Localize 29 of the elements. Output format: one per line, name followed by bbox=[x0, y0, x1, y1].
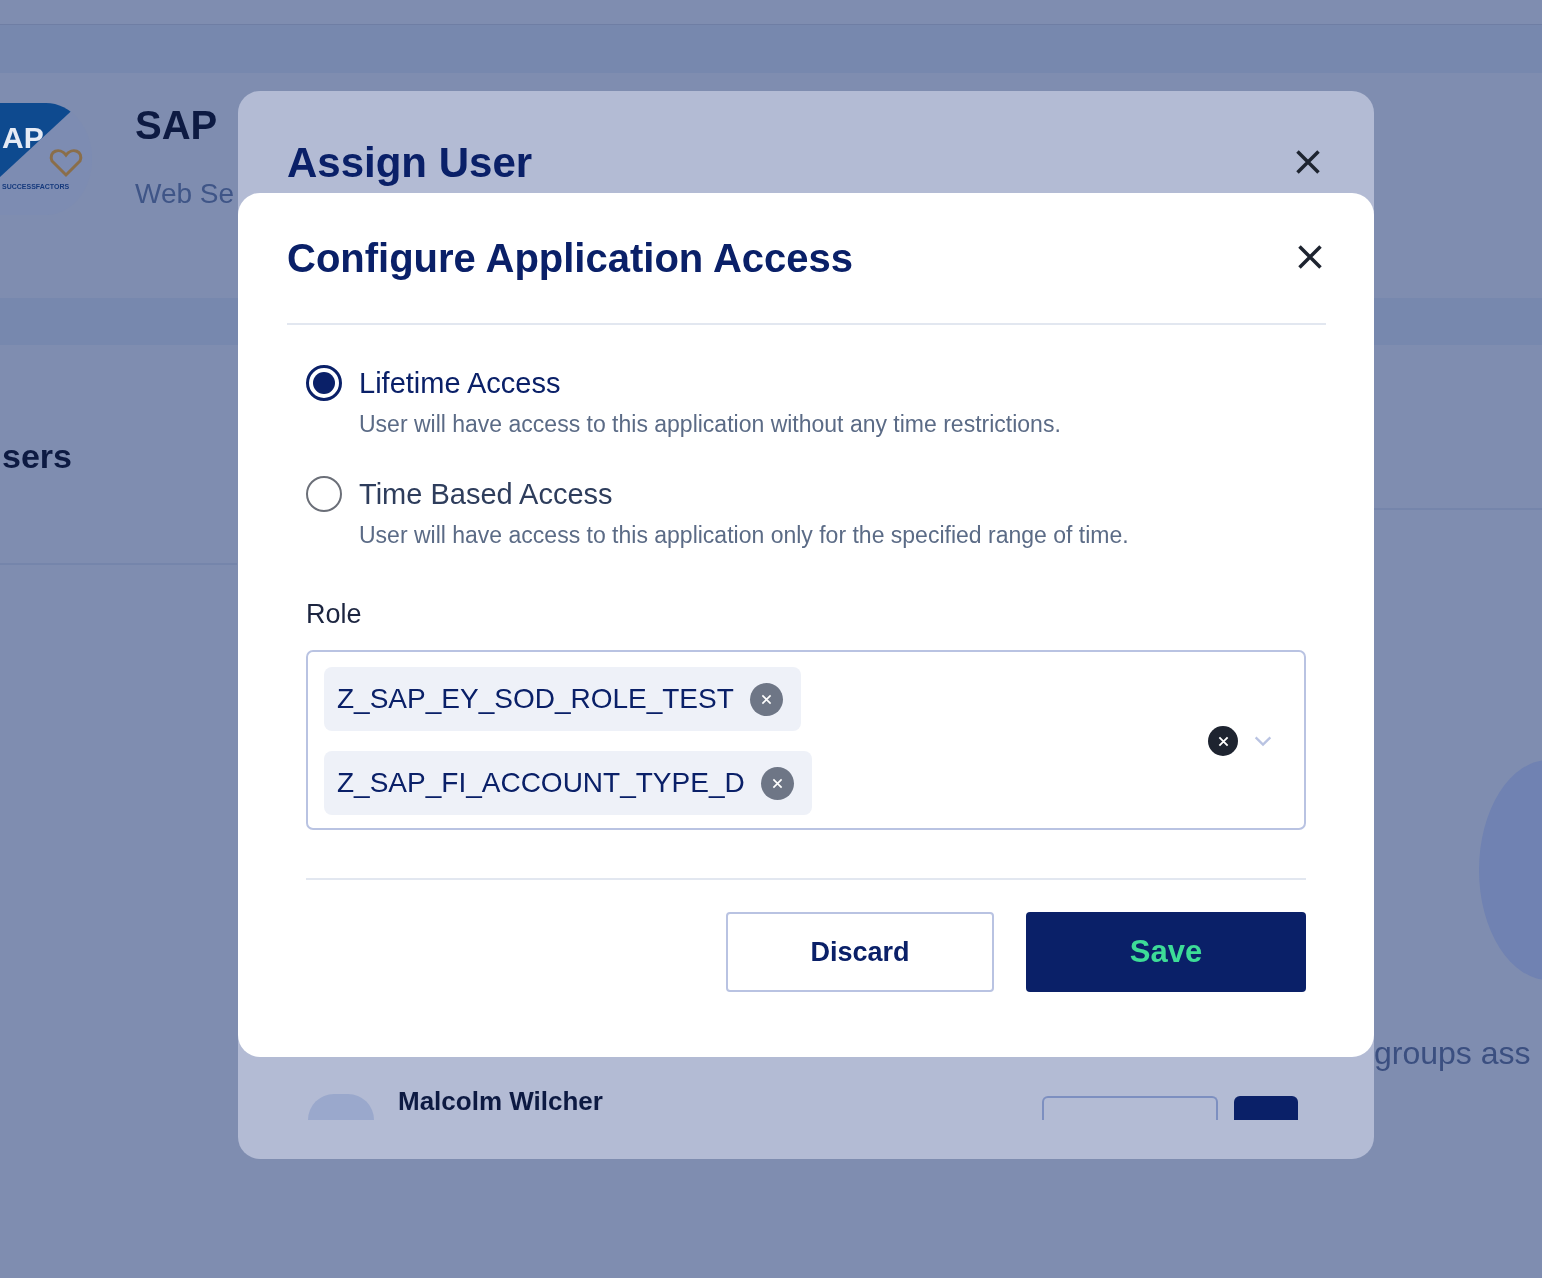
dialog-title: Assign User bbox=[287, 139, 533, 187]
close-icon bbox=[771, 777, 783, 789]
save-button[interactable]: Save bbox=[1026, 912, 1306, 992]
option-label: Time Based Access bbox=[359, 477, 614, 511]
option-description: User will have access to this application without any time restrictions. bbox=[359, 411, 1062, 438]
logo-wordmark: AP bbox=[2, 121, 44, 155]
radio-button[interactable] bbox=[306, 476, 342, 512]
side-text: groups ass bbox=[1374, 1035, 1532, 1072]
close-icon bbox=[760, 693, 772, 705]
close-icon bbox=[1296, 243, 1324, 271]
remove-chip-button[interactable] bbox=[749, 682, 783, 716]
option-label: Lifetime Access bbox=[359, 366, 562, 400]
app-title: SAP bbox=[135, 103, 219, 148]
user-avatar bbox=[308, 1094, 374, 1120]
option-description: User will have access to this application only for the specified range of time. bbox=[359, 522, 1130, 549]
remove-chip-button[interactable] bbox=[760, 766, 794, 800]
discard-button[interactable]: Discard bbox=[726, 912, 994, 992]
close-icon bbox=[1294, 148, 1322, 176]
user-name: Malcolm Wilcher bbox=[398, 1086, 604, 1117]
role-label: Role bbox=[306, 599, 363, 630]
section-title: sers bbox=[2, 437, 72, 475]
chip-label: Z_SAP_EY_SOD_ROLE_TEST bbox=[337, 683, 734, 715]
close-icon bbox=[1217, 735, 1229, 747]
role-select[interactable]: Z_SAP_EY_SOD_ROLE_TEST Z_SAP_FI_ACCOUNT_TYPE_D bbox=[306, 650, 1306, 830]
dialog-title: Configure Application Access bbox=[287, 235, 853, 281]
chip-label: Z_SAP_FI_ACCOUNT_TYPE_D bbox=[337, 767, 745, 799]
clear-button[interactable] bbox=[1208, 726, 1238, 756]
radio-button[interactable] bbox=[306, 365, 342, 401]
app-subtitle: Web Se bbox=[135, 178, 235, 210]
